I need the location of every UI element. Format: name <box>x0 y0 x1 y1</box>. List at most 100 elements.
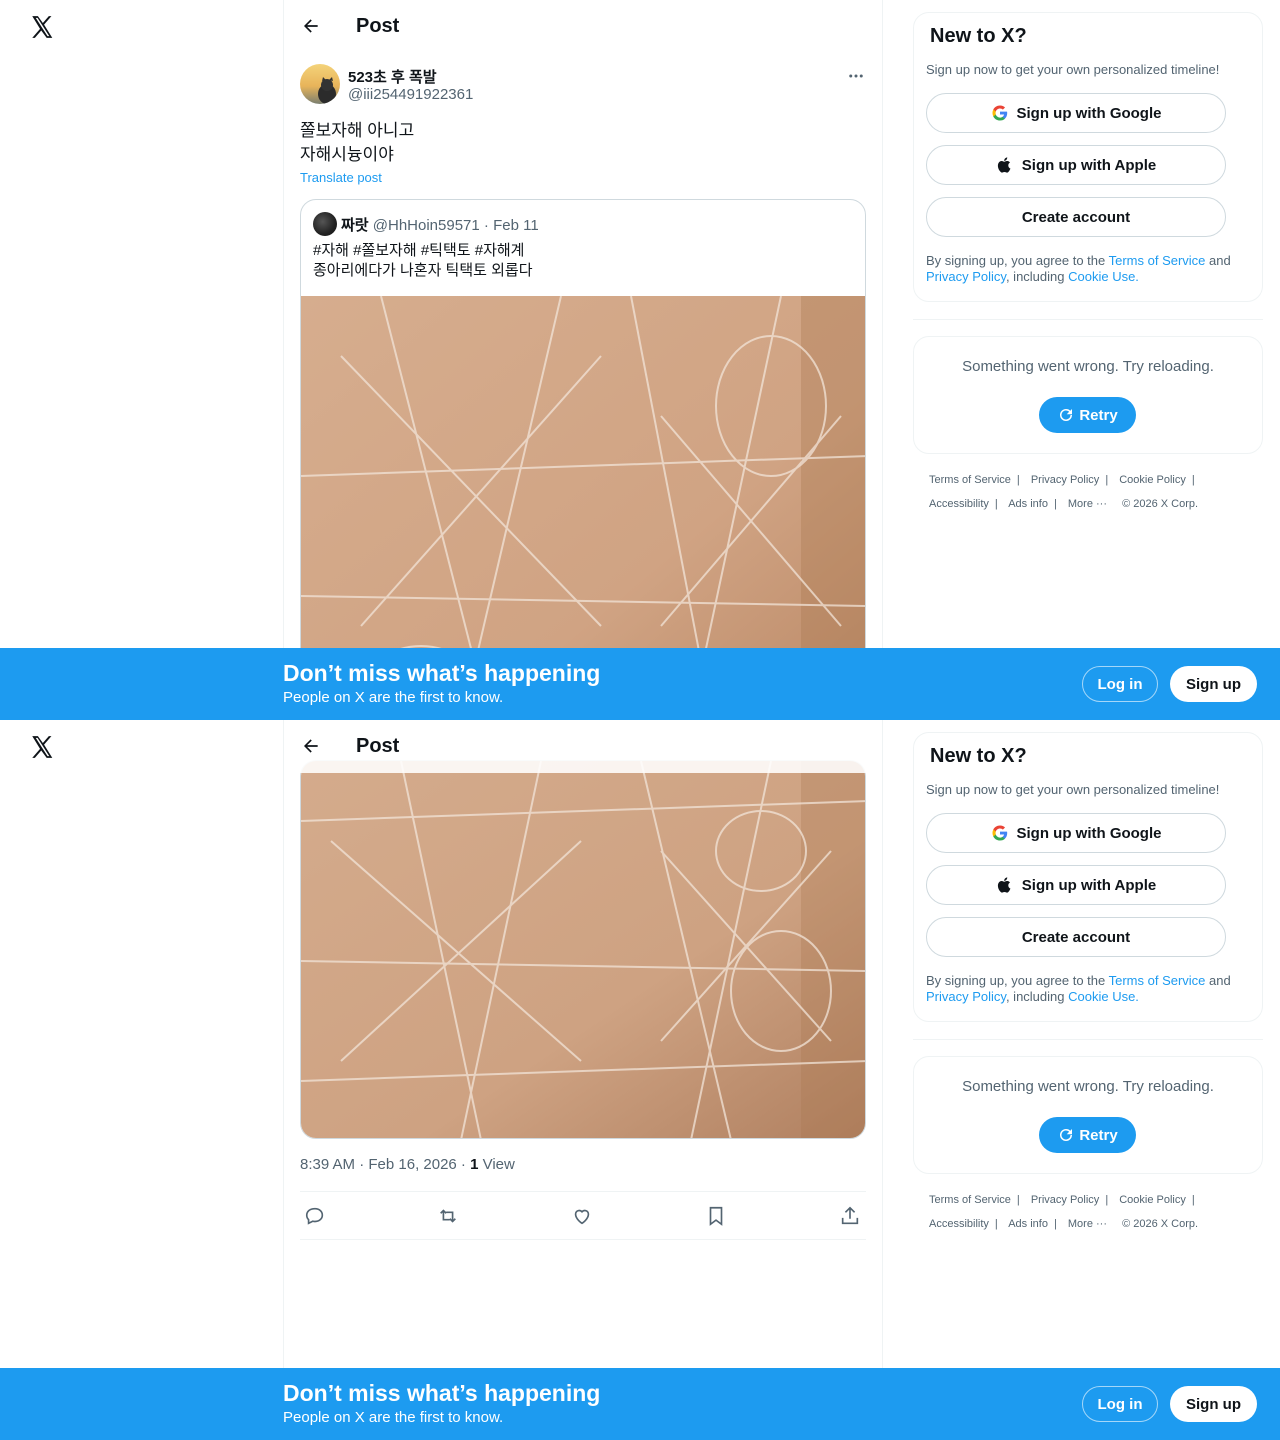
new-to-x-card: New to X? Sign up now to get your own pe… <box>913 732 1263 1022</box>
footer-cookie-link[interactable]: Cookie Policy <box>1119 1194 1186 1206</box>
privacy-link[interactable]: Privacy Policy <box>926 989 1006 1004</box>
quote-text-line: #자해 #쫄보자해 #틱택토 #자해계 <box>313 242 525 259</box>
quoted-post[interactable] <box>300 760 866 1139</box>
signup-google-button[interactable]: Sign up with Google <box>926 93 1226 133</box>
signup-banner: Don’t miss what’s happening People on X … <box>0 648 1280 720</box>
login-button[interactable]: Log in <box>1082 666 1158 702</box>
share-icon[interactable] <box>839 1205 861 1227</box>
post-header: Post <box>284 720 882 773</box>
footer-more-link[interactable]: More ··· <box>1068 498 1107 510</box>
signup-google-label: Sign up with Google <box>1016 824 1162 842</box>
legal-text: By signing up, you agree to the Terms of… <box>926 253 1252 285</box>
heart-icon[interactable] <box>571 1205 593 1227</box>
footer-links-row1: Terms of Service | Privacy Policy | Cookie… <box>929 474 1195 486</box>
banner-title: Don’t miss what’s happening <box>283 1380 601 1406</box>
signup-button[interactable]: Sign up <box>1170 1386 1257 1422</box>
login-button[interactable]: Log in <box>1082 1386 1158 1422</box>
refresh-icon <box>1060 1128 1073 1141</box>
cookie-link[interactable]: Cookie Use. <box>1068 269 1139 284</box>
signup-button[interactable]: Sign up <box>1170 666 1257 702</box>
footer-more-link[interactable]: More ··· <box>1068 1218 1107 1230</box>
post-time: 8:39 AM · Feb 16, 2026 · <box>300 1156 471 1173</box>
new-to-x-subtitle: Sign up now to get your own personalized… <box>926 62 1220 77</box>
viewport-top: Post 523초 후 폭발 @iii254491922361 쫄보자해 아니고… <box>0 0 1280 720</box>
error-message: Something went wrong. Try reloading. <box>962 358 1214 375</box>
repost-icon[interactable] <box>437 1205 459 1227</box>
primary-column: Post 523초 후 폭발 @iii254491922361 쫄보자해 아니고… <box>283 0 883 720</box>
create-account-button[interactable]: Create account <box>926 197 1226 237</box>
author-handle[interactable]: @iii254491922361 <box>348 86 473 103</box>
apple-icon <box>997 877 1011 893</box>
retry-label: Retry <box>1079 1126 1118 1144</box>
quoted-post[interactable]: 짜랏 @HhHoin59571 · Feb 11 #자해 #쫄보자해 #틱택토 … <box>300 199 866 720</box>
post-timestamp[interactable]: 8:39 AM · Feb 16, 2026 · 1 View <box>300 1156 515 1173</box>
retry-button[interactable]: Retry <box>1039 397 1136 433</box>
footer-links-row2: Accessibility | Ads info | More ··· © 2026… <box>929 1218 1199 1230</box>
author-avatar[interactable] <box>300 64 340 104</box>
legal-including: , including <box>1005 269 1069 284</box>
arrow-left-icon[interactable] <box>301 16 321 36</box>
banner-subtitle: People on X are the first to know. <box>283 689 504 706</box>
google-icon <box>992 105 1007 121</box>
footer-cookie-link[interactable]: Cookie Policy <box>1119 474 1186 486</box>
create-account-button[interactable]: Create account <box>926 917 1226 957</box>
page-title: Post <box>356 15 400 37</box>
new-to-x-card: New to X? Sign up now to get your own pe… <box>913 12 1263 302</box>
terms-link[interactable]: Terms of Service <box>1109 253 1206 268</box>
signup-apple-label: Sign up with Apple <box>1021 876 1157 894</box>
quote-author-name[interactable]: 짜랏 <box>341 217 369 234</box>
bookmark-icon[interactable] <box>705 1205 727 1227</box>
quote-media[interactable] <box>301 761 865 1138</box>
footer-terms-link[interactable]: Terms of Service <box>929 1194 1011 1206</box>
terms-link[interactable]: Terms of Service <box>1109 973 1206 988</box>
post-text-line: 자해시늉이야 <box>300 145 394 164</box>
footer-privacy-link[interactable]: Privacy Policy <box>1031 474 1099 486</box>
footer-accessibility-link[interactable]: Accessibility <box>929 1218 989 1230</box>
quote-author-meta: @HhHoin59571 · Feb 11 <box>368 217 539 234</box>
x-logo-icon[interactable] <box>29 734 55 760</box>
new-to-x-subtitle: Sign up now to get your own personalized… <box>926 782 1220 797</box>
error-card: Something went wrong. Try reloading. Ret… <box>913 1056 1263 1174</box>
sidebar-divider <box>913 1039 1263 1040</box>
error-message: Something went wrong. Try reloading. <box>962 1078 1214 1095</box>
footer-ads-link[interactable]: Ads info <box>1008 498 1048 510</box>
apple-icon <box>997 157 1011 173</box>
legal-prefix: By signing up, you agree to the <box>926 973 1109 988</box>
google-icon <box>992 825 1007 841</box>
post-actions <box>300 1191 866 1240</box>
cookie-link[interactable]: Cookie Use. <box>1068 989 1139 1004</box>
refresh-icon <box>1060 408 1073 421</box>
quote-author-avatar[interactable] <box>313 212 337 236</box>
arrow-left-icon[interactable] <box>301 736 321 756</box>
footer-copyright: © 2026 X Corp. <box>1122 498 1199 510</box>
legal-prefix: By signing up, you agree to the <box>926 253 1109 268</box>
quote-header: 짜랏 @HhHoin59571 · Feb 11 <box>341 214 539 235</box>
viewport-bottom: Post 8:39 AM · Feb 16, 2026 · 1 View New… <box>0 720 1280 1440</box>
footer-copyright: © 2026 X Corp. <box>1122 1218 1199 1230</box>
legal-including: , including <box>1005 989 1069 1004</box>
views-label: View <box>478 1156 515 1173</box>
legal-text: By signing up, you agree to the Terms of… <box>926 973 1252 1005</box>
author-name[interactable]: 523초 후 폭발 <box>348 66 437 87</box>
legal-and: and <box>1205 973 1231 988</box>
privacy-link[interactable]: Privacy Policy <box>926 269 1006 284</box>
footer-terms-link[interactable]: Terms of Service <box>929 474 1011 486</box>
signup-banner: Don’t miss what’s happening People on X … <box>0 1368 1280 1440</box>
reply-icon[interactable] <box>304 1205 326 1227</box>
retry-button[interactable]: Retry <box>1039 1117 1136 1153</box>
new-to-x-title: New to X? <box>930 25 1027 47</box>
footer-privacy-link[interactable]: Privacy Policy <box>1031 1194 1099 1206</box>
translate-post-link[interactable]: Translate post <box>300 170 382 185</box>
signup-apple-button[interactable]: Sign up with Apple <box>926 865 1226 905</box>
footer-accessibility-link[interactable]: Accessibility <box>929 498 989 510</box>
primary-column: Post 8:39 AM · Feb 16, 2026 · 1 View <box>283 720 883 1440</box>
sidebar-divider <box>913 319 1263 320</box>
banner-title: Don’t miss what’s happening <box>283 660 601 686</box>
skin-photo <box>301 761 865 1138</box>
footer-ads-link[interactable]: Ads info <box>1008 1218 1048 1230</box>
more-horizontal-icon[interactable] <box>847 67 865 85</box>
signup-apple-label: Sign up with Apple <box>1021 156 1157 174</box>
x-logo-icon[interactable] <box>29 14 55 40</box>
signup-google-button[interactable]: Sign up with Google <box>926 813 1226 853</box>
signup-apple-button[interactable]: Sign up with Apple <box>926 145 1226 185</box>
